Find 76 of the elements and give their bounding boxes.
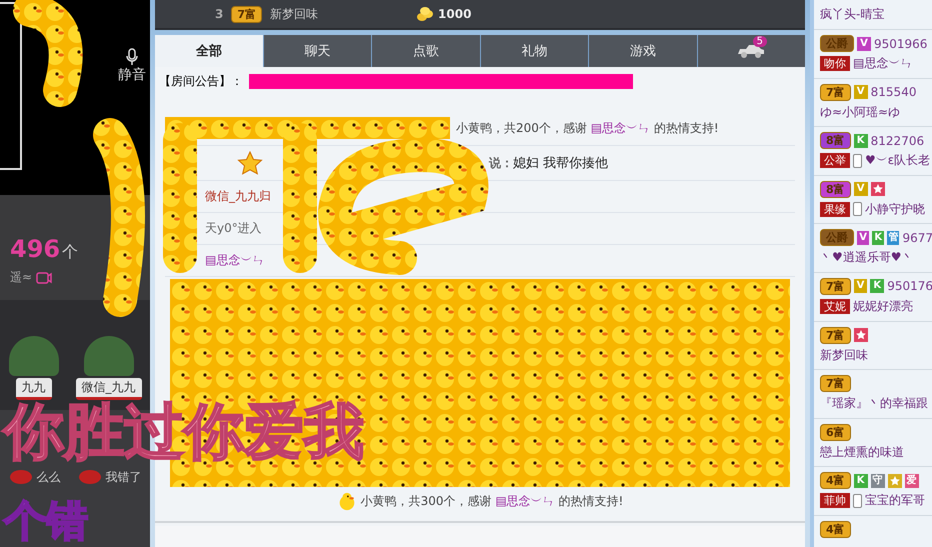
guard-name: 九九	[16, 378, 52, 400]
host-name: 遥≈	[10, 269, 32, 286]
user-id: 9501966	[874, 36, 928, 50]
star-icon	[237, 151, 263, 175]
chat-message: 媳妇 我帮你揍他	[513, 155, 608, 172]
rank-number: 3	[215, 7, 224, 21]
user-name[interactable]: 疯丫头-晴宝	[820, 6, 884, 23]
level-badge: V	[857, 36, 871, 50]
rank-badge: 7富	[820, 375, 851, 392]
level-badge: K	[854, 134, 868, 148]
fan-tag: 果缘	[820, 202, 850, 217]
gift-message: 小黄鸭，共300个，感谢 ▤思念︶ㄣ 的热情支持!	[360, 492, 624, 510]
user-id: 815540	[870, 85, 916, 100]
guard-avatar	[84, 336, 134, 376]
announcement-label: 【房间公告】：	[159, 72, 243, 90]
viewer-count: 496	[10, 235, 60, 263]
rank-badge: 6富	[820, 424, 851, 441]
guard-avatar	[8, 336, 58, 376]
level-badge: K	[854, 474, 868, 488]
guard-name: 微信_九九	[76, 378, 142, 400]
chat-tab[interactable]: 全部	[155, 35, 262, 67]
rank-badge: 7富	[231, 6, 262, 22]
user-name[interactable]: ▤思念︶ㄣ	[853, 55, 912, 72]
user-name[interactable]: 新梦回味	[820, 346, 868, 364]
count-badge: 5	[752, 36, 767, 47]
notice-text: 天y0°进入	[205, 220, 262, 237]
gift-message: 小黄鸭，共200个，感谢 ▤思念︶ㄣ 的热情支持!	[456, 120, 719, 136]
rank-badge: 4富	[820, 520, 851, 538]
fan-tag: 菲帅	[820, 493, 850, 508]
rank-badge: 7富	[820, 278, 851, 295]
user-name[interactable]: 小静守护晓	[865, 200, 925, 218]
level-badge: V	[857, 230, 870, 245]
fan-tag: 公举	[820, 153, 850, 168]
camera-icon[interactable]	[36, 272, 52, 284]
user-name[interactable]: 戀上煙熏的味道	[820, 444, 904, 461]
overlay-caption: 个错	[4, 500, 88, 542]
says-label: 说：	[489, 154, 513, 172]
user-name[interactable]: 妮妮好漂亮	[853, 298, 913, 315]
gift-label: 么么	[36, 468, 60, 486]
mute-label[interactable]: 静音	[118, 66, 146, 84]
microphone-icon[interactable]	[126, 48, 138, 66]
level-badge: K	[872, 230, 884, 245]
gift-label: 我错了	[106, 468, 142, 486]
rank-badge: 8富	[820, 132, 851, 150]
user-name[interactable]: 丶♥逍遥乐哥♥丶	[820, 249, 914, 266]
fan-name: 新梦回味	[270, 6, 318, 22]
coins-icon	[416, 6, 434, 22]
notice-text: 微信_九九归	[205, 188, 271, 205]
level-badge: 爱	[904, 474, 919, 488]
level-badge: V	[854, 279, 868, 294]
user-id: 950176	[887, 279, 932, 294]
user-id: 8122706	[870, 134, 924, 148]
user-name[interactable]: 『瑶家』丶的幸福跟	[820, 395, 928, 412]
rank-badge: 7富	[820, 84, 851, 101]
level-badge: V	[854, 182, 868, 196]
user-name[interactable]: 宝宝的军哥	[865, 492, 925, 510]
user-name[interactable]: ♥︶ε队长老	[865, 152, 930, 170]
rank-badge: 4富	[820, 472, 851, 490]
user-id: 9677	[902, 230, 932, 245]
fan-tag: 吻你	[820, 56, 850, 71]
duck-icon	[336, 491, 357, 511]
rank-badge: 7富	[820, 326, 851, 344]
gift-icon[interactable]	[8, 468, 32, 486]
gift-icon[interactable]	[78, 468, 102, 486]
level-badge: 守	[870, 474, 885, 488]
level-badge: 管	[887, 230, 900, 245]
rank-badge: 8富	[820, 180, 851, 198]
count-unit: 个	[62, 242, 78, 263]
level-badge: V	[854, 85, 868, 100]
coin-amount: 1000	[438, 7, 472, 21]
overlay-caption: 你胜过你爱我	[4, 402, 364, 462]
car-icon	[736, 43, 766, 59]
level-badge: K	[870, 279, 884, 294]
notice-text: ▤思念︶ㄣ	[205, 252, 264, 269]
user-name[interactable]: ゆ≈小阿瑶≈ゆ	[820, 104, 900, 121]
fan-tag: 艾妮	[820, 298, 850, 314]
